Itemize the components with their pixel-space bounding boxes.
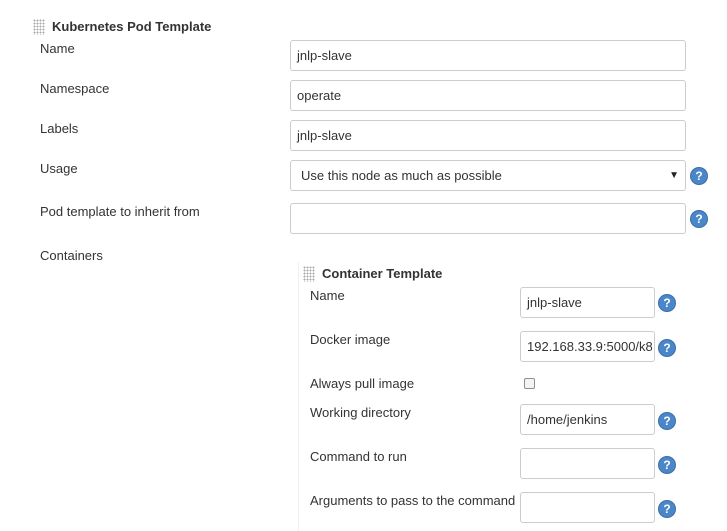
container-name-input[interactable]: jnlp-slave [520, 287, 655, 318]
help-icon[interactable]: ? [659, 295, 675, 311]
container-name-label: Name [310, 288, 345, 303]
command-label: Command to run [310, 449, 407, 464]
namespace-label: Namespace [40, 81, 110, 96]
command-input[interactable] [520, 448, 655, 479]
help-icon[interactable]: ? [691, 211, 707, 227]
arguments-label: Arguments to pass to the command [310, 493, 516, 508]
containers-label: Containers [40, 248, 103, 263]
usage-selected-value: Use this node as much as possible [301, 168, 502, 183]
container-template-title: Container Template [322, 266, 443, 281]
container-template-block [298, 262, 719, 531]
chevron-down-icon: ▼ [669, 170, 679, 181]
help-icon[interactable]: ? [691, 168, 707, 184]
help-icon[interactable]: ? [659, 340, 675, 356]
help-icon[interactable]: ? [659, 457, 675, 473]
usage-label: Usage [40, 161, 78, 176]
namespace-input[interactable]: operate [290, 80, 686, 111]
working-directory-label: Working directory [310, 405, 411, 420]
labels-label: Labels [40, 121, 79, 136]
working-directory-input[interactable]: /home/jenkins [520, 404, 655, 435]
docker-image-label: Docker image [310, 332, 391, 347]
inherit-from-label: Pod template to inherit from [40, 204, 200, 219]
pod-name-input[interactable]: jnlp-slave [290, 40, 686, 71]
inherit-from-input[interactable] [290, 203, 686, 234]
drag-handle-icon[interactable] [303, 266, 315, 282]
drag-handle-icon[interactable] [33, 19, 45, 35]
help-icon[interactable]: ? [659, 413, 675, 429]
always-pull-checkbox[interactable] [524, 378, 535, 389]
always-pull-label: Always pull image [310, 376, 415, 391]
help-icon[interactable]: ? [659, 501, 675, 517]
pod-template-title: Kubernetes Pod Template [52, 19, 212, 34]
docker-image-input[interactable]: 192.168.33.9:5000/k8 [520, 331, 655, 362]
labels-input[interactable]: jnlp-slave [290, 120, 686, 151]
pod-name-label: Name [40, 41, 75, 56]
arguments-input[interactable] [520, 492, 655, 523]
usage-select[interactable]: Use this node as much as possible ▼ [290, 160, 686, 191]
